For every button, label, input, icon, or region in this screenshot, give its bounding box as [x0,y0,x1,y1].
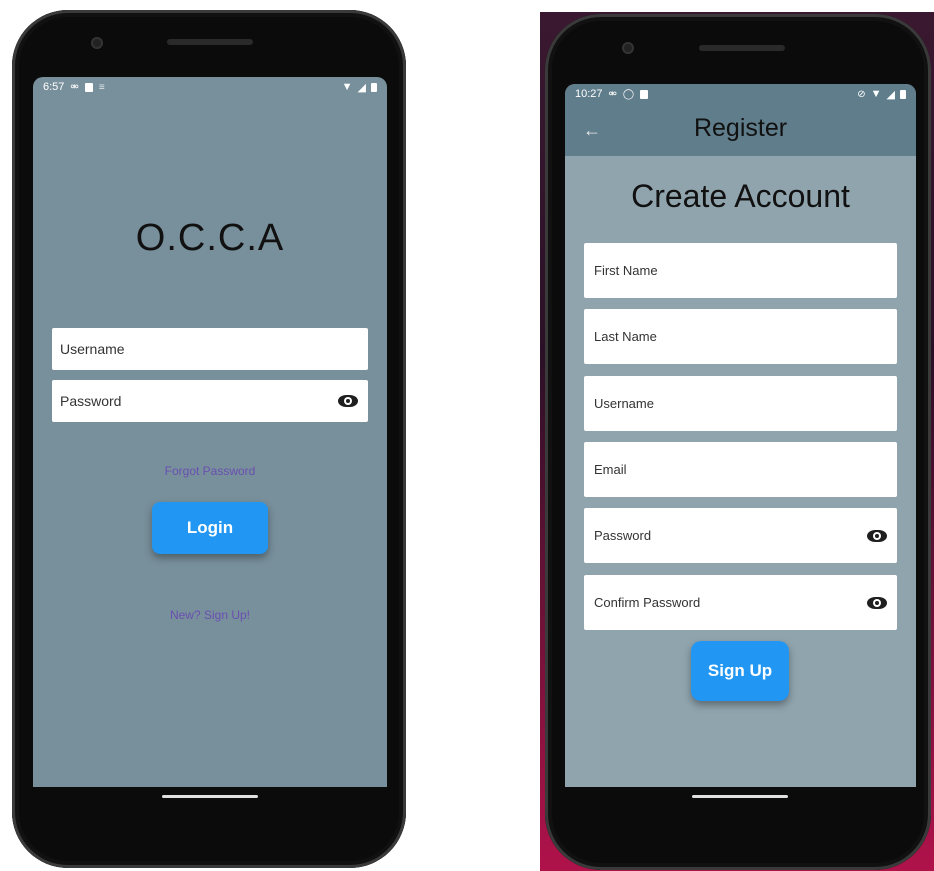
earpiece-speaker [699,45,785,51]
usb-icon: ⚮ [608,88,617,100]
battery-icon [371,82,377,92]
usb-icon: ⚮ [70,81,79,93]
eye-icon[interactable] [867,596,887,609]
password-input[interactable]: Password [584,508,897,563]
wifi-icon: ▼ [870,88,882,100]
signup-link[interactable]: New? Sign Up! [33,608,387,622]
home-indicator[interactable] [162,795,258,798]
login-button[interactable]: Login [152,502,268,554]
last-name-input[interactable]: Last Name [584,309,897,364]
app-bar: ← Register [565,104,916,156]
password-input[interactable]: Password [52,380,368,422]
signal-icon: ◢ [886,88,895,101]
status-time: 6:57 [43,81,65,93]
status-time: 10:27 [575,88,603,100]
signup-button[interactable]: Sign Up [691,641,789,701]
app-title: O.C.C.A [135,217,285,259]
username-input[interactable]: Username [584,376,897,431]
last-name-placeholder: Last Name [594,329,657,344]
register-screen: 10:27 ⚮ ◯ ⊘ ▼ ◢ ← Register Create Accoun… [565,84,916,787]
first-name-placeholder: First Name [594,263,658,278]
password-placeholder: Password [594,528,652,543]
home-indicator[interactable] [692,795,788,798]
username-input[interactable]: Username [52,328,368,370]
email-placeholder: Email [594,462,627,477]
earpiece-speaker [167,39,253,45]
front-camera [91,37,103,49]
notification-icon: ≡ [98,81,105,93]
sync-icon: ◯ [622,88,635,100]
login-screen: 6:57 ⚮ ≡ ▼ ◢ O.C.C.A Username Password F… [33,77,387,787]
appbar-title: Register [693,114,788,142]
forgot-password-link[interactable]: Forgot Password [33,464,387,478]
page-heading: Create Account [631,178,850,214]
battery-icon [900,89,906,99]
status-bar: 10:27 ⚮ ◯ ⊘ ▼ ◢ [565,84,916,104]
email-input[interactable]: Email [584,442,897,497]
eye-icon[interactable] [867,529,887,542]
confirm-password-input[interactable]: Confirm Password [584,575,897,630]
status-bar: 6:57 ⚮ ≡ ▼ ◢ [33,77,387,97]
sd-card-icon [84,82,93,92]
wifi-icon: ▼ [341,81,353,93]
sd-card-icon [640,89,649,99]
username-placeholder: Username [60,341,125,357]
eye-icon[interactable] [338,395,358,407]
confirm-password-placeholder: Confirm Password [594,595,701,610]
signal-icon: ◢ [357,81,366,94]
front-camera [622,42,634,54]
mute-icon: ⊘ [857,88,866,100]
first-name-input[interactable]: First Name [584,243,897,298]
password-placeholder: Password [60,393,122,409]
username-placeholder: Username [594,396,654,411]
